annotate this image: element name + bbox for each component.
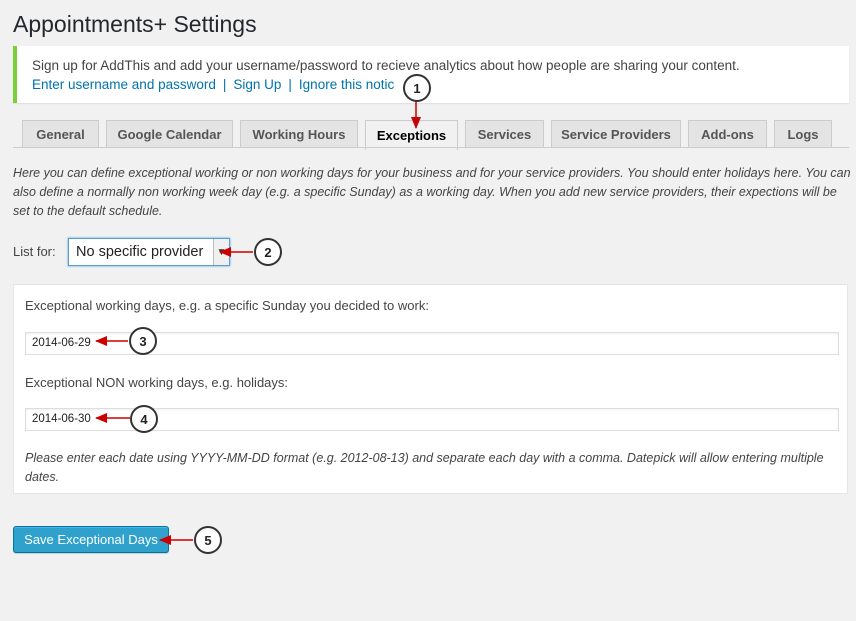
callout-5: 5 <box>194 526 222 554</box>
callout-4: 4 <box>130 405 158 433</box>
callout-2: 2 <box>254 238 282 266</box>
callout-1: 1 <box>403 74 431 102</box>
callout-3: 3 <box>129 327 157 355</box>
